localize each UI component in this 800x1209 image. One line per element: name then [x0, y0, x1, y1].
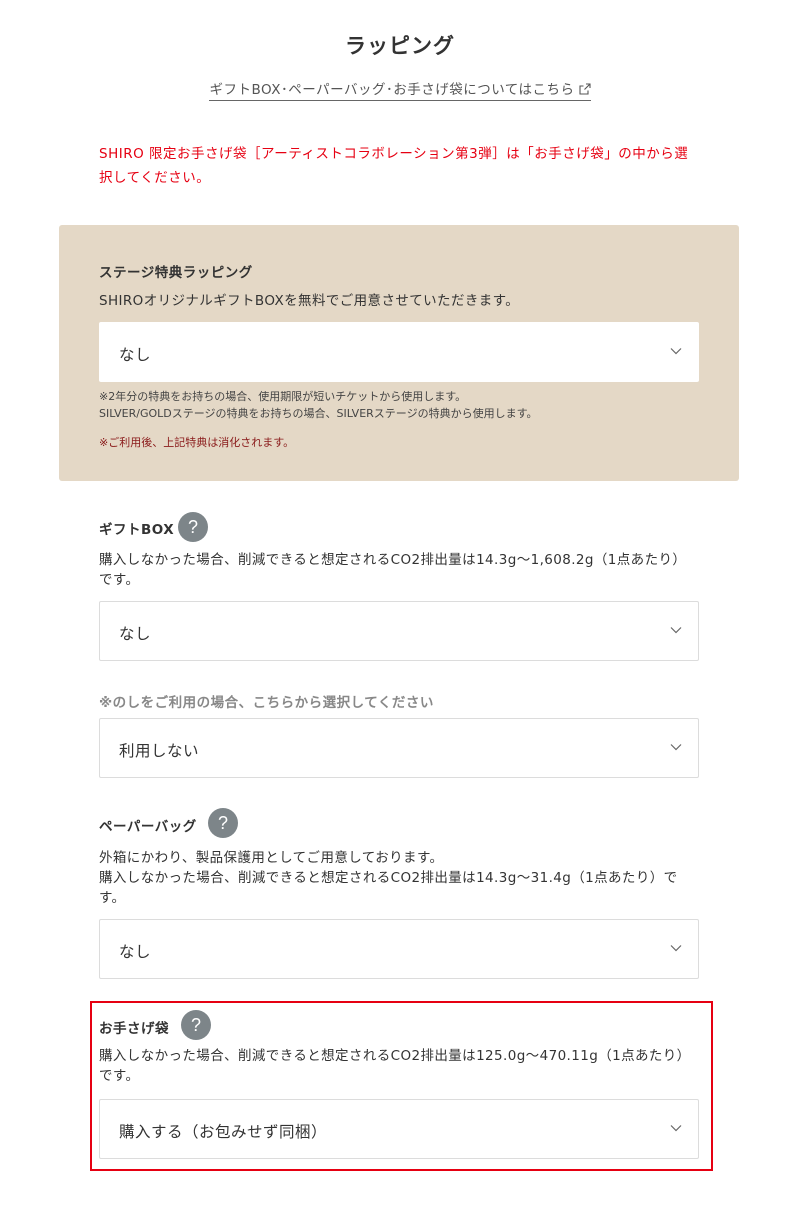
chevron-down-icon — [670, 1125, 682, 1132]
stage-ticket-note: ※2年分の特典をお持ちの場合、使用期限が短いチケットから使用します。 SILVE… — [99, 388, 699, 422]
chevron-down-icon — [670, 744, 682, 751]
page-title: ラッピング — [345, 34, 455, 58]
limited-bag-notice: SHIRO 限定お手さげ袋［アーティストコラボレーション第3弾］は「お手さげ袋」… — [99, 146, 689, 186]
chevron-down-icon — [670, 348, 682, 355]
stage-wrapping-panel: ステージ特典ラッピング SHIROオリジナルギフトBOXを無料でご用意させていた… — [59, 225, 739, 481]
stage-wrapping-select-value: なし — [119, 346, 152, 364]
handbag-select-value: 購入する（お包みせず同梱） — [119, 1123, 328, 1141]
paperbag-desc-line2: 購入しなかった場合、削減できると想定されるCO2排出量は14.3g〜31.4g（… — [99, 870, 678, 906]
stage-wrapping-select[interactable]: なし — [99, 322, 699, 382]
handbag-title: お手さげ袋 — [99, 1021, 169, 1037]
paperbag-help-icon[interactable]: ? — [208, 808, 238, 838]
paperbag-select[interactable]: なし — [99, 919, 699, 979]
stage-wrapping-title: ステージ特典ラッピング — [99, 265, 253, 281]
wrapping-info-link[interactable]: ギフトBOX･ペーパーバッグ･お手さげ袋についてはこちら — [209, 78, 591, 101]
paperbag-desc-line1: 外箱にかわり、製品保護用としてご用意しております。 — [99, 850, 444, 866]
external-link-icon — [578, 83, 591, 95]
giftbox-help-icon[interactable]: ? — [178, 512, 208, 542]
stage-ticket-note-line2: SILVER/GOLDステージの特典をお持ちの場合、SILVERステージの特典か… — [99, 407, 538, 420]
handbag-help-icon[interactable]: ? — [181, 1010, 211, 1040]
giftbox-title: ギフトBOX — [99, 522, 175, 538]
giftbox-select-value: なし — [119, 625, 152, 643]
paperbag-select-value: なし — [119, 943, 152, 961]
paperbag-desc: 外箱にかわり、製品保護用としてご用意しております。 購入しなかった場合、削減でき… — [99, 848, 699, 908]
stage-consumed-warning: ※ご利用後、上記特典は消化されます。 — [99, 436, 295, 449]
paperbag-title: ペーパーバッグ — [99, 819, 197, 835]
chevron-down-icon — [670, 627, 682, 634]
stage-ticket-note-line1: ※2年分の特典をお持ちの場合、使用期限が短いチケットから使用します。 — [99, 390, 467, 403]
stage-wrapping-desc: SHIROオリジナルギフトBOXを無料でご用意させていただきます。 — [99, 293, 520, 309]
giftbox-desc: 購入しなかった場合、削減できると想定されるCO2排出量は14.3g〜1,608.… — [99, 552, 687, 588]
noshi-select-value: 利用しない — [119, 742, 200, 760]
giftbox-select[interactable]: なし — [99, 601, 699, 661]
wrapping-info-link-label: ギフトBOX･ペーパーバッグ･お手さげ袋についてはこちら — [209, 82, 575, 98]
handbag-select[interactable]: 購入する（お包みせず同梱） — [99, 1099, 699, 1159]
handbag-desc: 購入しなかった場合、削減できると想定されるCO2排出量は125.0g〜470.1… — [99, 1048, 691, 1084]
chevron-down-icon — [670, 945, 682, 952]
info-link-row: ギフトBOX･ペーパーバッグ･お手さげ袋についてはこちら — [0, 78, 800, 101]
noshi-title: ※のしをご利用の場合、こちらから選択してください — [99, 695, 434, 711]
noshi-select[interactable]: 利用しない — [99, 718, 699, 778]
